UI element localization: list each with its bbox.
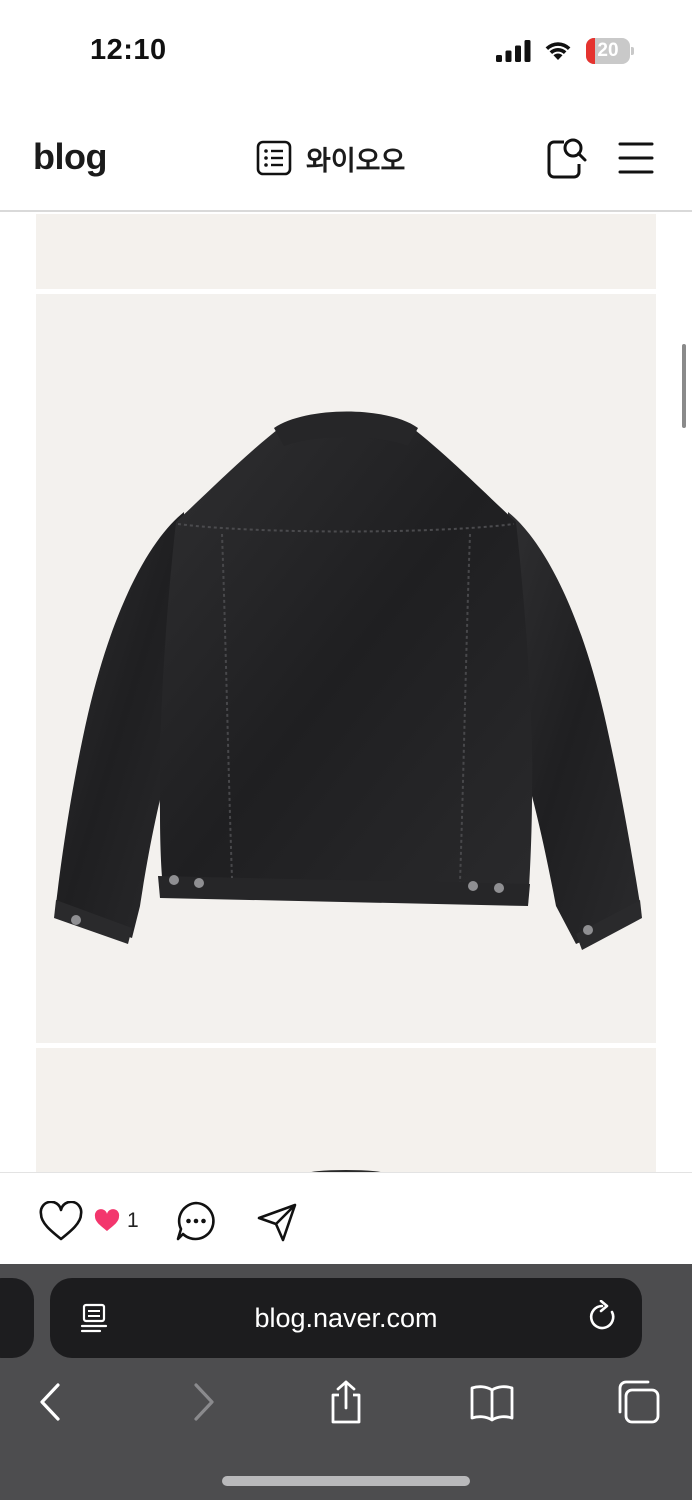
back-icon[interactable] — [30, 1380, 74, 1424]
photo-partial-top[interactable] — [36, 214, 656, 289]
heart-filled-icon — [94, 1209, 120, 1231]
denim-jacket-back-photo[interactable] — [36, 294, 656, 1043]
url-text: blog.naver.com — [254, 1303, 438, 1333]
bookmarks-icon[interactable] — [470, 1380, 514, 1424]
status-time: 12:10 — [90, 34, 167, 66]
like-count: 1 — [127, 1209, 139, 1232]
blog-title-button[interactable]: 와이오오 — [256, 138, 405, 178]
reaction-bar: 1 — [0, 1172, 692, 1264]
heart-outline-icon[interactable] — [38, 1201, 84, 1243]
list-icon — [256, 140, 292, 176]
address-bar[interactable]: blog.naver.com — [50, 1278, 642, 1358]
home-indicator[interactable] — [222, 1476, 470, 1486]
cellular-signal-icon — [496, 40, 531, 62]
comment-icon[interactable] — [174, 1199, 218, 1243]
forward-icon — [194, 1383, 214, 1421]
tabs-icon[interactable] — [616, 1380, 660, 1424]
share-icon[interactable] — [256, 1201, 298, 1243]
post-content — [0, 214, 692, 1172]
blog-logo[interactable]: blog — [33, 136, 107, 178]
photo-partial-bottom[interactable] — [36, 1048, 656, 1172]
like-count-button[interactable]: 1 — [93, 1209, 139, 1233]
wifi-icon — [545, 42, 571, 60]
menu-icon[interactable] — [617, 138, 655, 178]
search-icon[interactable] — [544, 136, 588, 180]
reader-mode-icon[interactable] — [78, 1302, 110, 1334]
blog-name: 와이오오 — [306, 145, 406, 176]
status-bar: 12:10 20 — [0, 0, 692, 100]
battery-indicator: 20 — [586, 38, 634, 64]
denim-jacket-image — [54, 411, 642, 950]
reload-icon[interactable] — [588, 1300, 618, 1334]
blog-header: blog 와이오오 — [0, 100, 692, 212]
scrollbar[interactable] — [682, 344, 686, 428]
share-icon[interactable] — [324, 1380, 368, 1424]
browser-toolbar: blog.naver.com — [0, 1264, 692, 1500]
previous-tab[interactable] — [0, 1278, 34, 1358]
battery-level: 20 — [597, 40, 619, 61]
